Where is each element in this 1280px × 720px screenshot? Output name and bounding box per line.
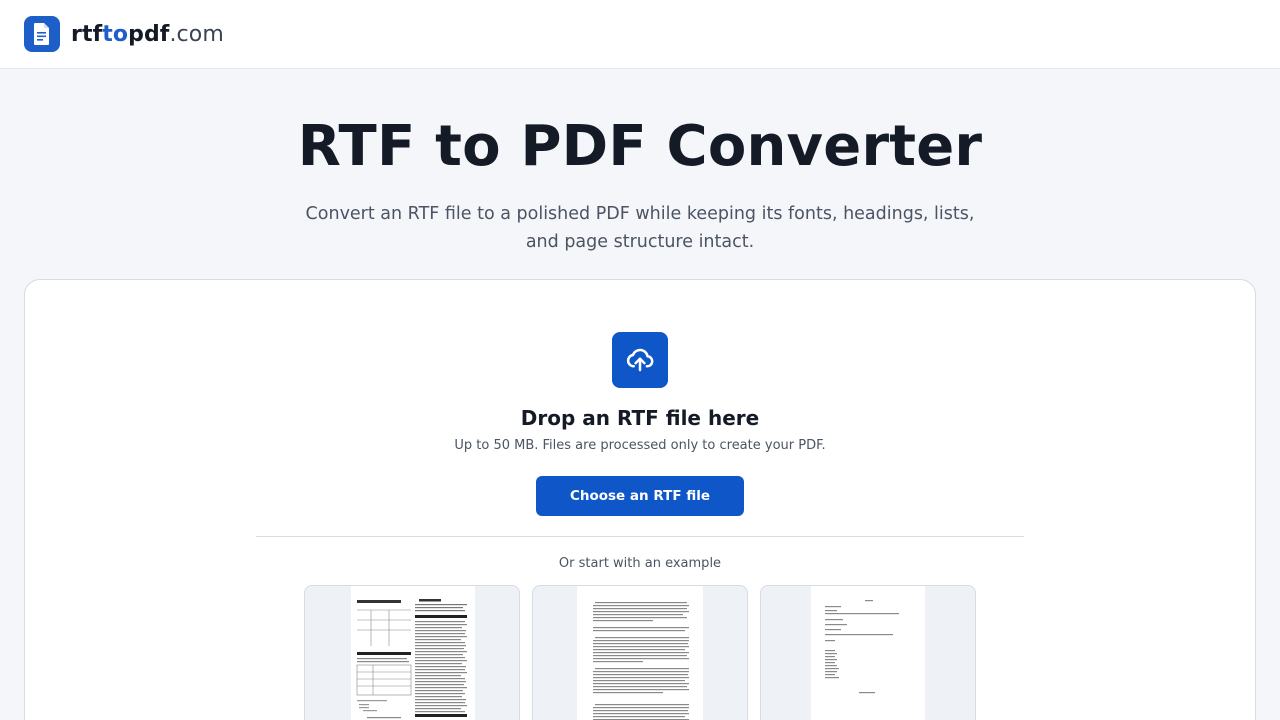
dropzone-note: Up to 50 MB. Files are processed only to… — [454, 438, 826, 453]
examples-label: Or start with an example — [558, 556, 722, 571]
site-logo[interactable]: rtftopdf.com — [24, 16, 224, 52]
divider — [256, 536, 1024, 537]
page-subtitle: Convert an RTF file to a polished PDF wh… — [305, 204, 975, 252]
example-card-form[interactable] — [304, 585, 520, 720]
logo-wordmark: rtftopdf.com — [71, 21, 224, 47]
choose-file-button[interactable]: Choose an RTF file — [536, 476, 744, 516]
example-thumbnail — [577, 586, 703, 720]
dropzone-title: Drop an RTF file here — [520, 406, 760, 430]
site-header: rtftopdf.com — [0, 0, 1280, 69]
cloud-upload-icon — [612, 332, 668, 388]
document-icon — [24, 16, 60, 52]
page-title: RTF to PDF Converter — [297, 114, 983, 179]
upload-dropzone[interactable]: Drop an RTF file here Up to 50 MB. Files… — [24, 279, 1256, 720]
example-thumbnail — [811, 586, 925, 720]
example-card-letter[interactable] — [760, 585, 976, 720]
example-thumbnail — [351, 586, 475, 720]
example-card-text[interactable] — [532, 585, 748, 720]
